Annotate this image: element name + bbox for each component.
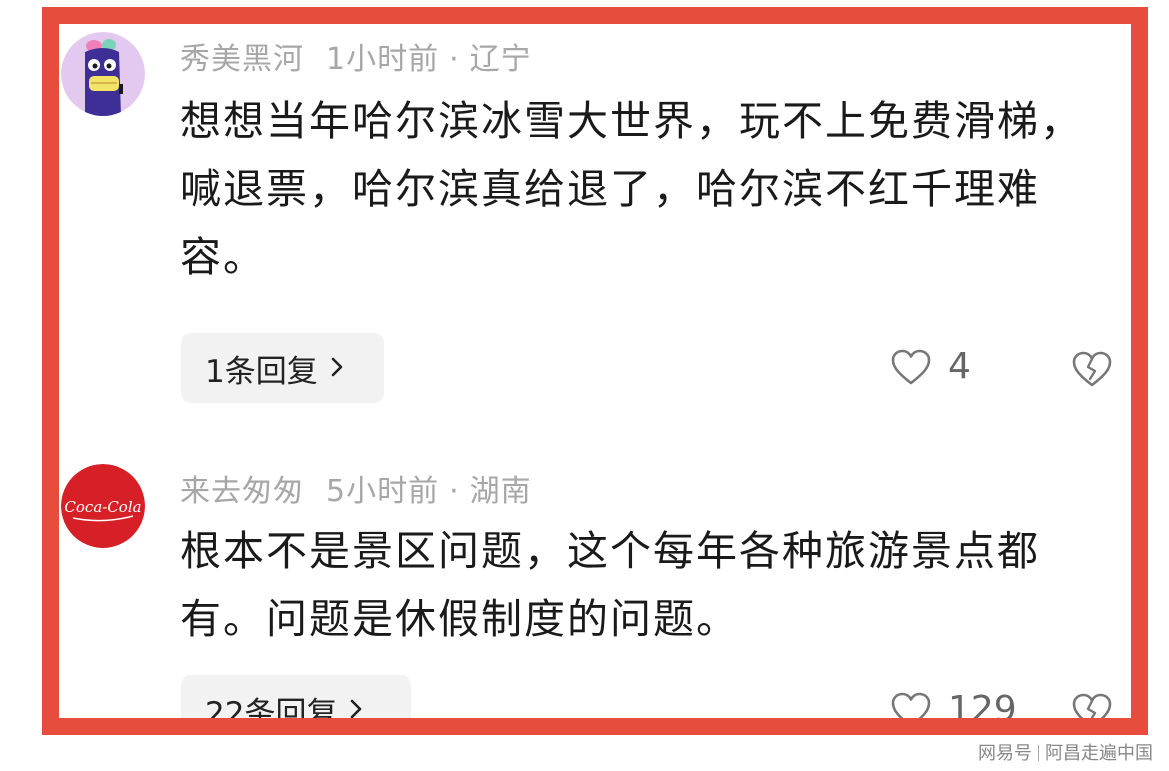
meta-separator: · bbox=[449, 42, 460, 77]
comment-meta: 秀美黑河 1小时前 · 辽宁 bbox=[180, 34, 532, 78]
user-avatar[interactable]: Coca-Cola bbox=[61, 464, 145, 548]
comment-text: 想想当年哈尔滨冰雪大世界，玩不上免费滑梯，喊退票，哈尔滨真给退了，哈尔滨不红千理… bbox=[180, 97, 1083, 281]
avatar-logo-text: Coca-Cola bbox=[64, 498, 141, 516]
user-avatar[interactable] bbox=[61, 32, 145, 116]
watermark: 网易号 阿昌走遍中国 bbox=[978, 739, 1153, 765]
screenshot-frame: 秀美黑河 1小时前 · 辽宁 想想当年哈尔滨冰雪大世界，玩不上免费滑梯，喊退票，哈尔滨… bbox=[42, 7, 1148, 735]
comment-location: 湖南 bbox=[469, 474, 532, 509]
replies-label: 1条回复 bbox=[205, 353, 318, 390]
heart-outline-icon bbox=[891, 692, 931, 718]
like-button[interactable]: 129 bbox=[890, 689, 1017, 730]
like-count: 4 bbox=[948, 346, 971, 387]
broken-heart-icon bbox=[1072, 351, 1112, 387]
like-button[interactable]: 4 bbox=[890, 346, 971, 387]
meta-separator: · bbox=[449, 474, 460, 509]
view-replies-button[interactable]: 1条回复 bbox=[181, 333, 384, 403]
comment-text: 根本不是景区问题，这个每年各种旅游景点都有。问题是休假制度的问题。 bbox=[180, 527, 1040, 643]
heart-outline-icon bbox=[891, 349, 931, 384]
replies-label: 22条回复 bbox=[205, 695, 338, 732]
comment-time: 1小时前 bbox=[326, 42, 440, 77]
dislike-button[interactable] bbox=[1071, 691, 1113, 718]
watermark-divider bbox=[1038, 745, 1039, 761]
watermark-author: 阿昌走遍中国 bbox=[1045, 743, 1153, 764]
like-count: 129 bbox=[948, 689, 1017, 730]
coca-cola-logo-icon: Coca-Cola bbox=[61, 464, 145, 548]
view-replies-button[interactable]: 22条回复 bbox=[181, 675, 411, 732]
comment-location: 辽宁 bbox=[469, 42, 532, 77]
dislike-button[interactable] bbox=[1071, 349, 1113, 389]
comment-meta: 来去匆匆 5小时前 · 湖南 bbox=[180, 466, 532, 510]
cartoon-character-icon bbox=[61, 32, 145, 116]
comment-time: 5小时前 bbox=[326, 474, 440, 509]
watermark-source: 网易号 bbox=[978, 743, 1032, 764]
username[interactable]: 来去匆匆 bbox=[180, 474, 304, 509]
broken-heart-icon bbox=[1072, 693, 1112, 718]
chevron-right-icon bbox=[330, 352, 344, 385]
username[interactable]: 秀美黑河 bbox=[180, 42, 304, 77]
chevron-right-icon bbox=[349, 694, 363, 719]
